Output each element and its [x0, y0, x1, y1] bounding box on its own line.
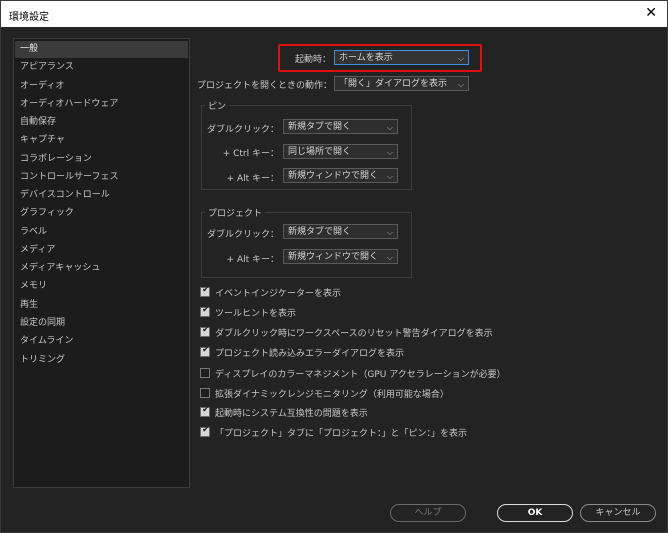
sidebar-item-control-surface[interactable]: コントロールサーフェス	[15, 169, 188, 186]
checkbox[interactable]: ✔	[200, 285, 210, 297]
open-project-select[interactable]: 「開く」ダイアログを表示 ⌵	[334, 76, 469, 91]
checkbox-label: 「プロジェクト」タブに「プロジェクト：」と「ピン：」を表示	[215, 429, 468, 439]
checkbox-label: ダブルクリック時にワークスペースのリセット警告ダイアログを表示	[215, 329, 493, 339]
project-alt-value: 新規ウィンドウで開く	[288, 252, 379, 262]
checkmark-icon: ✔	[202, 405, 210, 415]
sidebar-item-collaboration[interactable]: コラボレーション	[15, 151, 188, 168]
sidebar-item-appearance[interactable]: アピアランス	[15, 59, 188, 76]
checkmark-icon: ✔	[202, 325, 210, 335]
preferences-dialog: 環境設定 ✕ 一般 アピアランス オーディオ オーディオハードウェア 自動保存 …	[0, 0, 668, 533]
close-icon[interactable]: ✕	[645, 5, 657, 21]
sidebar-item-media[interactable]: メディア	[15, 242, 188, 259]
checkbox-label: 拡張ダイナミックレンジモニタリング（利用可能な場合）	[215, 390, 449, 400]
startup-label: 起動時：	[294, 55, 331, 65]
checkbox-label: ディスプレイのカラーマネジメント（GPU アクセラレーションが必要）	[215, 370, 506, 380]
cancel-button[interactable]: キャンセル	[580, 504, 656, 522]
pin-ctrl-value: 同じ場所で開く	[288, 147, 352, 157]
checkbox-label: 起動時にシステム互換性の問題を表示	[215, 409, 368, 419]
checkbox-label: イベントインジケーターを表示	[215, 289, 342, 299]
project-alt-select[interactable]: 新規ウィンドウで開く ⌵	[283, 249, 398, 264]
sidebar-item-auto-save[interactable]: 自動保存	[15, 114, 188, 131]
open-project-label: プロジェクトを開くときの動作：	[197, 81, 333, 91]
chevron-down-icon: ⌵	[386, 172, 393, 181]
checkmark-icon: ✔	[202, 345, 210, 355]
checkbox[interactable]: ✔	[200, 325, 210, 337]
sidebar-item-memory[interactable]: メモリ	[15, 278, 188, 295]
startup-select-value: ホームを表示	[339, 53, 393, 63]
project-alt-label: + Alt キー：	[226, 255, 279, 265]
help-button[interactable]: ヘルプ	[390, 504, 466, 522]
title-bar: 環境設定 ✕	[1, 1, 667, 27]
chevron-down-icon: ⌵	[457, 54, 464, 63]
startup-select[interactable]: ホームを表示 ⌵	[334, 50, 469, 65]
checkbox[interactable]	[200, 368, 210, 378]
pin-ctrl-select[interactable]: 同じ場所で開く ⌵	[283, 144, 398, 159]
checkbox[interactable]: ✔	[200, 425, 210, 437]
sidebar-item-graphics[interactable]: グラフィック	[15, 205, 188, 222]
project-double-click-select[interactable]: 新規タブで開く ⌵	[283, 224, 398, 239]
sidebar-item-general[interactable]: 一般	[15, 41, 188, 58]
sidebar-item-capture[interactable]: キャプチャ	[15, 132, 188, 149]
checkbox[interactable]	[200, 388, 210, 398]
sidebar-item-playback[interactable]: 再生	[15, 297, 188, 314]
chevron-down-icon: ⌵	[386, 148, 393, 157]
checkmark-icon: ✔	[202, 425, 210, 435]
checkbox[interactable]: ✔	[200, 405, 210, 417]
pin-double-click-select[interactable]: 新規タブで開く ⌵	[283, 119, 398, 134]
open-project-select-value: 「開く」ダイアログを表示	[339, 79, 448, 89]
chevron-down-icon: ⌵	[386, 123, 393, 132]
project-group-title: プロジェクト	[205, 206, 266, 219]
project-group	[201, 212, 412, 278]
pin-double-click-value: 新規タブで開く	[288, 122, 352, 132]
chevron-down-icon: ⌵	[386, 253, 393, 262]
sidebar-item-sync-settings[interactable]: 設定の同期	[15, 315, 188, 332]
checkmark-icon: ✔	[202, 285, 210, 295]
window-title: 環境設定	[9, 12, 49, 23]
sidebar-item-audio[interactable]: オーディオ	[15, 78, 188, 95]
checkbox[interactable]: ✔	[200, 345, 210, 357]
project-double-click-label: ダブルクリック：	[206, 230, 279, 240]
pin-double-click-label: ダブルクリック：	[206, 125, 279, 135]
pin-alt-value: 新規ウィンドウで開く	[288, 171, 379, 181]
category-sidebar: 一般 アピアランス オーディオ オーディオハードウェア 自動保存 キャプチャ コ…	[13, 38, 190, 488]
sidebar-item-media-cache[interactable]: メディアキャッシュ	[15, 260, 188, 277]
pin-group-title: ピン	[205, 99, 230, 112]
project-double-click-value: 新規タブで開く	[288, 227, 352, 237]
ok-button[interactable]: OK	[497, 504, 573, 522]
sidebar-item-labels[interactable]: ラベル	[15, 224, 188, 241]
sidebar-item-trimming[interactable]: トリミング	[15, 352, 188, 369]
sidebar-item-audio-hardware[interactable]: オーディオハードウェア	[15, 96, 188, 113]
chevron-down-icon: ⌵	[457, 80, 464, 89]
checkbox-label: プロジェクト読み込みエラーダイアログを表示	[215, 349, 405, 359]
sidebar-item-timeline[interactable]: タイムライン	[15, 333, 188, 350]
chevron-down-icon: ⌵	[386, 228, 393, 237]
checkbox[interactable]: ✔	[200, 305, 210, 317]
sidebar-item-device-control[interactable]: デバイスコントロール	[15, 187, 188, 204]
pin-alt-label: + Alt キー：	[226, 174, 279, 184]
pin-alt-select[interactable]: 新規ウィンドウで開く ⌵	[283, 168, 398, 183]
pin-ctrl-label: + Ctrl キー：	[222, 149, 279, 159]
checkbox-label: ツールヒントを表示	[215, 309, 297, 319]
checkmark-icon: ✔	[202, 305, 210, 315]
